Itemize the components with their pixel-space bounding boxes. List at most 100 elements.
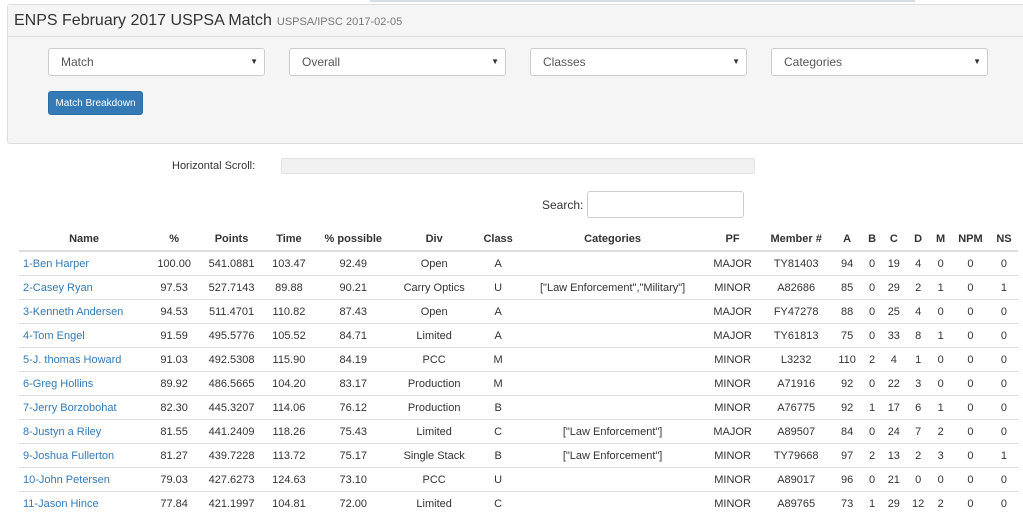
cell-m: 0: [930, 371, 951, 396]
classes-select[interactable]: Classes ▼: [530, 48, 747, 76]
column-header-npm[interactable]: NPM: [950, 228, 990, 252]
classes-select-value: Classes: [543, 55, 586, 69]
cell-m: 2: [930, 419, 951, 444]
column-header-d[interactable]: D: [905, 228, 931, 252]
cell-points: 492.5308: [199, 347, 264, 372]
cell-d: 6: [905, 395, 931, 420]
cell-categories: [520, 299, 705, 324]
cell-percent-possible: 76.12: [313, 395, 393, 420]
cell-pf: MINOR: [704, 443, 761, 468]
cell-a: 96: [831, 467, 863, 492]
shooter-name-link[interactable]: 1-Ben Harper: [19, 250, 150, 276]
cell-a: 94: [831, 250, 863, 276]
caret-down-icon: ▼: [491, 57, 499, 66]
cell-member: A76775: [760, 395, 832, 420]
column-header-points[interactable]: Points: [199, 228, 264, 252]
shooter-name-link[interactable]: 2-Casey Ryan: [19, 275, 150, 300]
match-select[interactable]: Match ▼: [48, 48, 265, 76]
column-header-name[interactable]: Name: [19, 228, 150, 252]
column-header-m[interactable]: M: [930, 228, 951, 252]
cell-member: A82686: [760, 275, 832, 300]
column-header-b[interactable]: B: [862, 228, 882, 252]
shooter-name-link[interactable]: 6-Greg Hollins: [19, 371, 150, 396]
cell-points: 527.7143: [199, 275, 264, 300]
cell-b: 0: [862, 299, 882, 324]
categories-select[interactable]: Categories ▼: [771, 48, 988, 76]
horizontal-scroll-label: Horizontal Scroll:: [172, 160, 256, 172]
cell-time: 105.52: [263, 323, 314, 348]
cell-ns: 0: [989, 250, 1018, 276]
cell-percent: 89.92: [149, 371, 200, 396]
column-header-percent-possible[interactable]: % possible: [313, 228, 393, 252]
cell-class: A: [475, 323, 521, 348]
cell-categories: [520, 467, 705, 492]
cell-ns: 0: [989, 395, 1018, 420]
cell-ns: 0: [989, 491, 1018, 515]
column-header-class[interactable]: Class: [475, 228, 521, 252]
cell-pf: MINOR: [704, 347, 761, 372]
shooter-name-link[interactable]: 11-Jason Hince: [19, 491, 150, 515]
column-header-a[interactable]: A: [831, 228, 863, 252]
cell-percent-possible: 84.19: [313, 347, 393, 372]
cell-percent: 91.59: [149, 323, 200, 348]
cell-percent: 94.53: [149, 299, 200, 324]
table-row: 4-Tom Engel 91.59 495.5776 105.52 84.71 Limit…: [19, 323, 1018, 348]
cell-ns: 0: [989, 371, 1018, 396]
column-header-ns[interactable]: NS: [989, 228, 1018, 252]
cell-member: L3232: [760, 347, 832, 372]
cell-categories: [520, 250, 705, 276]
cell-categories: ["Law Enforcement","Military"]: [520, 275, 705, 300]
table-row: 9-Joshua Fullerton 81.27 439.7228 113.72 75.…: [19, 443, 1018, 468]
match-select-value: Match: [61, 55, 94, 69]
cell-points: 486.5665: [199, 371, 264, 396]
cell-class: U: [475, 275, 521, 300]
shooter-name-link[interactable]: 7-Jerry Borzobohat: [19, 395, 150, 420]
cell-d: 8: [905, 323, 931, 348]
cell-a: 110: [831, 347, 863, 372]
shooter-name-link[interactable]: 9-Joshua Fullerton: [19, 443, 150, 468]
cell-div: Production: [392, 371, 476, 396]
cell-m: 1: [930, 323, 951, 348]
column-header-percent[interactable]: %: [149, 228, 200, 252]
table-row: 10-John Petersen 79.03 427.6273 124.63 73.10…: [19, 467, 1018, 492]
cell-npm: 0: [950, 299, 990, 324]
column-header-div[interactable]: Div: [392, 228, 476, 252]
column-header-pf[interactable]: PF: [704, 228, 761, 252]
cell-npm: 0: [950, 491, 990, 515]
cell-points: 495.5776: [199, 323, 264, 348]
cell-div: Limited: [392, 491, 476, 515]
shooter-name-link[interactable]: 3-Kenneth Andersen: [19, 299, 150, 324]
cell-percent: 79.03: [149, 467, 200, 492]
cell-member: A89017: [760, 467, 832, 492]
cell-time: 103.47: [263, 250, 314, 276]
caret-down-icon: ▼: [732, 57, 740, 66]
cell-div: Open: [392, 250, 476, 276]
overall-select[interactable]: Overall ▼: [289, 48, 506, 76]
shooter-name-link[interactable]: 4-Tom Engel: [19, 323, 150, 348]
search-input[interactable]: [587, 191, 744, 218]
cell-d: 3: [905, 371, 931, 396]
cell-c: 29: [881, 275, 906, 300]
table-row: 6-Greg Hollins 89.92 486.5665 104.20 83.17 Pr…: [19, 371, 1018, 396]
shooter-name-link[interactable]: 5-J. thomas Howard: [19, 347, 150, 372]
shooter-name-link[interactable]: 10-John Petersen: [19, 467, 150, 492]
column-header-member[interactable]: Member #: [760, 228, 832, 252]
cell-pf: MINOR: [704, 395, 761, 420]
cell-percent-possible: 87.43: [313, 299, 393, 324]
shooter-name-link[interactable]: 8-Justyn a Riley: [19, 419, 150, 444]
caret-down-icon: ▼: [973, 57, 981, 66]
cell-percent: 82.30: [149, 395, 200, 420]
top-scroll-indicator: [370, 0, 915, 2]
column-header-categories[interactable]: Categories: [520, 228, 705, 252]
cell-npm: 0: [950, 275, 990, 300]
cell-percent-possible: 75.43: [313, 419, 393, 444]
column-header-time[interactable]: Time: [263, 228, 314, 252]
cell-time: 113.72: [263, 443, 314, 468]
cell-percent-possible: 73.10: [313, 467, 393, 492]
cell-npm: 0: [950, 419, 990, 444]
match-breakdown-button[interactable]: Match Breakdown: [48, 91, 143, 115]
horizontal-scrollbar[interactable]: [281, 158, 755, 174]
cell-percent: 81.55: [149, 419, 200, 444]
column-header-c[interactable]: C: [881, 228, 906, 252]
cell-member: A71916: [760, 371, 832, 396]
